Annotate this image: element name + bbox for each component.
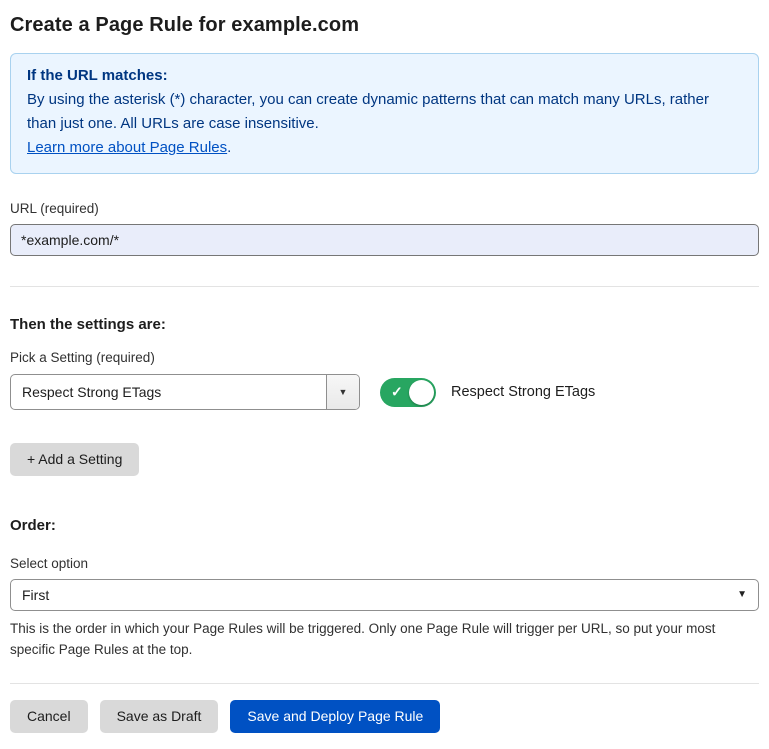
order-heading: Order: [10, 517, 759, 534]
order-select-value: First [22, 587, 49, 603]
check-icon: ✓ [391, 384, 403, 401]
setting-select-value: Respect Strong ETags [11, 384, 326, 400]
order-select-label: Select option [10, 556, 759, 571]
etags-toggle[interactable]: ✓ [380, 378, 436, 407]
settings-heading: Then the settings are: [10, 316, 759, 333]
setting-select-arrow-button[interactable]: ▼ [326, 375, 359, 409]
info-box: If the URL matches: By using the asteris… [10, 53, 759, 174]
url-input[interactable] [10, 224, 759, 256]
order-help-text: This is the order in which your Page Rul… [10, 618, 755, 660]
page-rules-link[interactable]: Learn more about Page Rules [27, 139, 227, 156]
page-rule-form: Create a Page Rule for example.com If th… [0, 0, 769, 749]
link-period: . [227, 139, 231, 156]
order-select[interactable]: First ▼ [10, 579, 759, 611]
save-draft-button[interactable]: Save as Draft [100, 700, 219, 733]
setting-select[interactable]: Respect Strong ETags ▼ [10, 374, 360, 410]
info-box-heading: If the URL matches: [27, 64, 742, 88]
footer-divider [10, 683, 759, 684]
footer-actions: Cancel Save as Draft Save and Deploy Pag… [10, 700, 759, 733]
chevron-down-icon: ▼ [737, 590, 747, 600]
cancel-button[interactable]: Cancel [10, 700, 88, 733]
toggle-knob [409, 380, 434, 405]
page-title: Create a Page Rule for example.com [10, 14, 759, 37]
info-link-row: Learn more about Page Rules. [27, 136, 742, 160]
info-box-body: By using the asterisk (*) character, you… [27, 88, 742, 136]
etags-toggle-label: Respect Strong ETags [451, 384, 595, 400]
url-label: URL (required) [10, 201, 759, 216]
section-divider [10, 286, 759, 287]
setting-row: Respect Strong ETags ▼ ✓ Respect Strong … [10, 374, 759, 410]
setting-picker-label: Pick a Setting (required) [10, 350, 759, 365]
chevron-down-icon: ▼ [339, 388, 348, 397]
save-deploy-button[interactable]: Save and Deploy Page Rule [230, 700, 440, 733]
add-setting-button[interactable]: + Add a Setting [10, 443, 139, 476]
